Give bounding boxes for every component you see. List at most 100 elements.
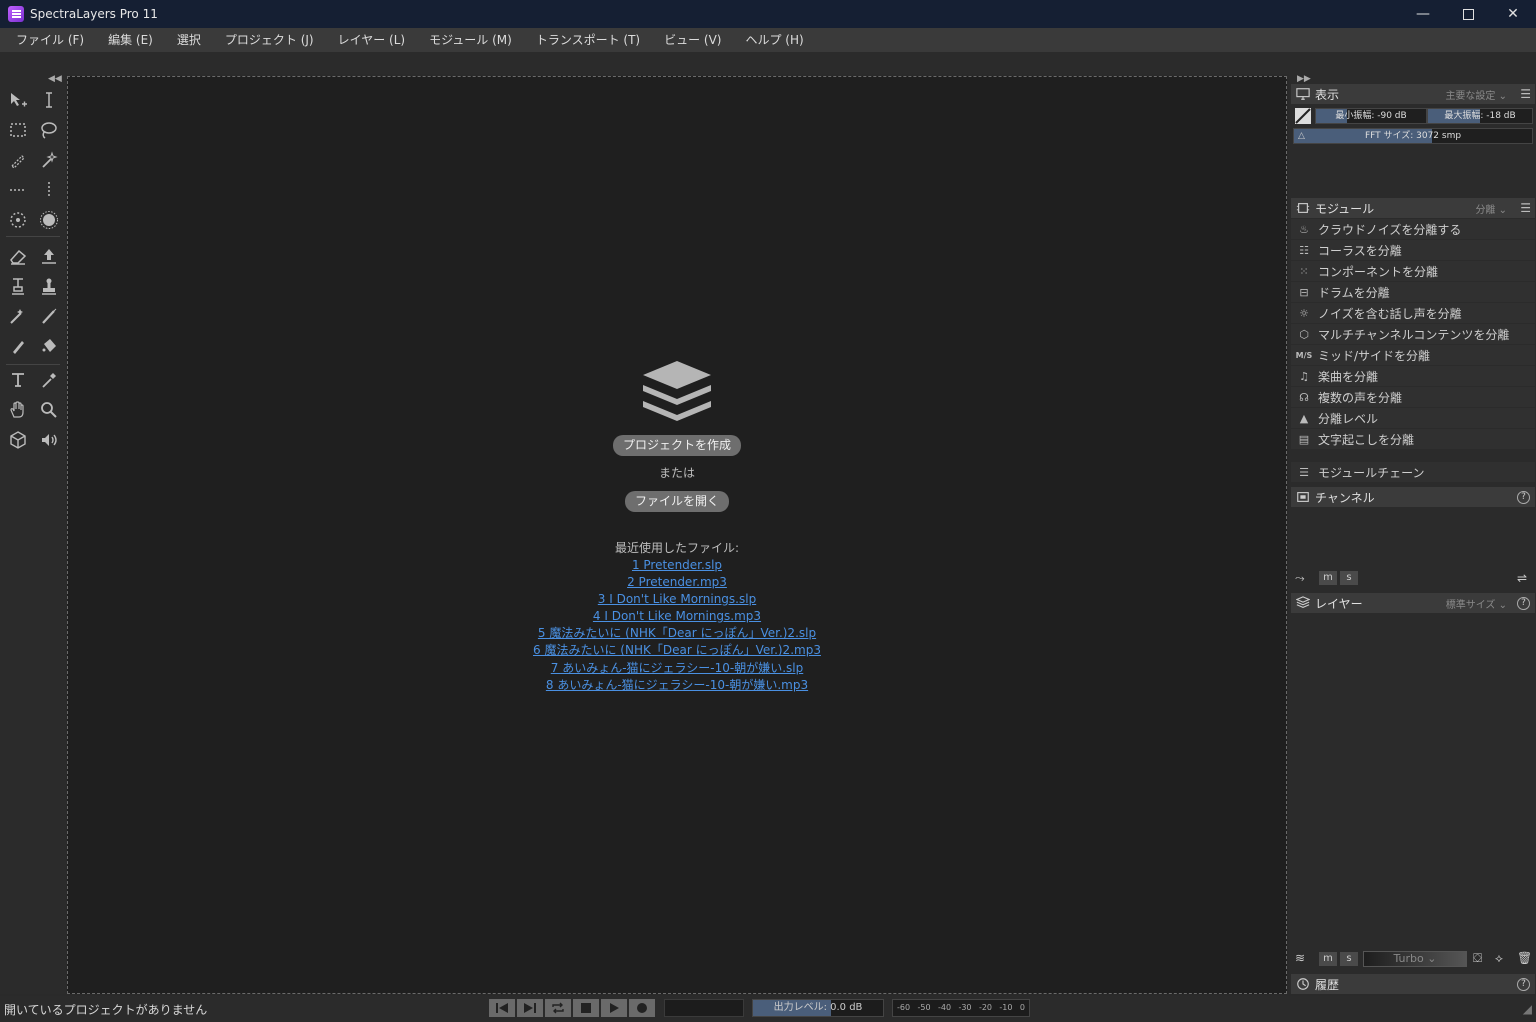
module-panel-header[interactable]: モジュール 分離 ⌄ ☰ [1291, 198, 1535, 218]
layer-stack-icon[interactable]: ≋ [1295, 951, 1305, 965]
layer-mode-value: Turbo [1393, 952, 1424, 965]
heal-icon[interactable] [6, 304, 30, 328]
recent-file-link[interactable]: 8 あいみょん-猫にジェラシー-10-朝が嫌い.mp3 [68, 677, 1286, 694]
module-transcript[interactable]: ▤ 文字起こしを分離 [1291, 429, 1535, 449]
help-icon[interactable]: ? [1517, 596, 1530, 610]
module-chain[interactable]: ☰ モジュールチェーン [1291, 462, 1535, 482]
recent-file-link[interactable]: 6 魔法みたいに (NHK「Dear にっぽん」Ver.)2.mp3 [68, 642, 1286, 659]
module-multichannel[interactable]: ⬡ マルチチャンネルコンテンツを分離 [1291, 324, 1535, 344]
move-tool-icon[interactable] [6, 88, 30, 112]
channel-mute-button[interactable]: m [1319, 571, 1337, 585]
stamp-icon[interactable] [37, 274, 61, 298]
list-menu-icon[interactable]: ☰ [1520, 87, 1531, 101]
add-layer-icon[interactable]: ⛋ [1473, 951, 1482, 966]
menu-project[interactable]: プロジェクト (J) [213, 28, 326, 52]
display-preset-dropdown[interactable]: 主要な設定 ⌄ [1445, 87, 1507, 102]
clone-stamp-icon[interactable] [6, 274, 30, 298]
3d-view-icon[interactable] [6, 428, 30, 452]
max-level-slider[interactable]: 最大振幅: -18 dB [1427, 108, 1533, 124]
channel-route-icon[interactable]: ⤳ [1295, 571, 1305, 586]
play-button[interactable] [601, 999, 627, 1017]
channel-swap-icon[interactable]: ⇌ [1517, 571, 1527, 585]
text-tool-icon[interactable] [6, 368, 30, 392]
brush-icon[interactable] [37, 304, 61, 328]
spot-select-icon[interactable] [37, 208, 61, 232]
record-button[interactable] [629, 999, 655, 1017]
menu-edit[interactable]: 編集 (E) [96, 28, 165, 52]
open-file-button[interactable]: ファイルを開く [624, 491, 729, 512]
menu-transport[interactable]: トランスポート (T) [524, 28, 652, 52]
pencil-icon[interactable] [6, 334, 30, 358]
colormap-icon[interactable] [1295, 108, 1311, 124]
time-select-icon[interactable] [37, 88, 61, 112]
rect-select-icon[interactable] [6, 118, 30, 142]
hand-icon[interactable] [6, 398, 30, 422]
radial-select-icon[interactable] [6, 208, 30, 232]
module-component[interactable]: ⁙ コンポーネントを分離 [1291, 261, 1535, 281]
layer-solo-button[interactable]: s [1340, 952, 1358, 966]
output-level-slider[interactable]: 出力レベル: 0.0 dB [752, 999, 884, 1017]
collapse-left-icon[interactable]: ◀◀ [48, 74, 62, 84]
layer-mode-select[interactable]: Turbo ⌄ [1363, 951, 1467, 967]
menu-view[interactable]: ビュー (V) [652, 28, 733, 52]
layer-size-dropdown[interactable]: 標準サイズ ⌄ [1446, 596, 1507, 611]
help-icon[interactable]: ? [1517, 490, 1530, 504]
layer-panel-header[interactable]: レイヤー 標準サイズ ⌄ ? [1291, 593, 1535, 613]
meter-tick: 0 [1019, 1003, 1025, 1012]
min-level-slider[interactable]: 最小振幅: -90 dB [1315, 108, 1427, 124]
module-voices[interactable]: ☊ 複数の声を分離 [1291, 387, 1535, 407]
eraser-icon[interactable] [6, 244, 30, 268]
recent-file-link[interactable]: 5 魔法みたいに (NHK「Dear にっぽん」Ver.)2.slp [68, 625, 1286, 642]
module-category-dropdown[interactable]: 分離 ⌄ [1475, 201, 1507, 216]
module-mid-side[interactable]: M/S ミッド/サイドを分離 [1291, 345, 1535, 365]
minimize-button[interactable]: — [1400, 0, 1446, 28]
frequency-select-icon[interactable] [37, 178, 61, 202]
speaker-icon[interactable] [37, 428, 61, 452]
create-project-button[interactable]: プロジェクトを作成 [612, 435, 741, 456]
module-crowd-noise[interactable]: ♨ クラウドノイズを分離する [1291, 219, 1535, 239]
layer-mute-button[interactable]: m [1319, 952, 1337, 966]
recent-file-link[interactable]: 7 あいみょん-猫にジェラシー-10-朝が嫌い.slp [68, 660, 1286, 677]
history-panel-header[interactable]: 履歴 ? [1291, 974, 1535, 994]
module-chorus[interactable]: ☷ コーラスを分離 [1291, 240, 1535, 260]
close-button[interactable]: ✕ [1490, 0, 1536, 28]
recent-file-link[interactable]: 4 I Don't Like Mornings.mp3 [68, 608, 1286, 625]
eyedropper-icon[interactable] [37, 368, 61, 392]
module-drums[interactable]: ⊟ ドラムを分離 [1291, 282, 1535, 302]
zoom-icon[interactable] [37, 398, 61, 422]
channel-panel-header[interactable]: チャンネル ? [1291, 487, 1535, 507]
fill-bucket-icon[interactable] [37, 334, 61, 358]
channel-solo-button[interactable]: s [1340, 571, 1358, 585]
recent-file-link[interactable]: 1 Pretender.slp [68, 557, 1286, 574]
help-icon[interactable]: ? [1517, 977, 1530, 991]
skip-forward-button[interactable] [517, 999, 543, 1017]
menu-file[interactable]: ファイル (F) [4, 28, 96, 52]
recent-file-link[interactable]: 3 I Don't Like Mornings.slp [68, 591, 1286, 608]
stop-button[interactable] [573, 999, 599, 1017]
module-level[interactable]: ▲ 分離レベル [1291, 408, 1535, 428]
fft-size-slider[interactable]: △ FFT サイズ: 3072 smp [1293, 128, 1533, 144]
collapse-right-icon[interactable]: ▶▶ [1297, 74, 1311, 84]
module-music[interactable]: ♫ 楽曲を分離 [1291, 366, 1535, 386]
module-noisy-speech[interactable]: ☼ ノイズを含む話し声を分離 [1291, 303, 1535, 323]
recent-file-link[interactable]: 2 Pretender.mp3 [68, 574, 1286, 591]
delete-layer-icon[interactable]: 🗑 [1517, 951, 1532, 965]
menu-help[interactable]: ヘルプ (H) [733, 28, 815, 52]
loop-button[interactable] [545, 999, 571, 1017]
display-panel-header[interactable]: 表示 主要な設定 ⌄ ☰ [1291, 84, 1535, 104]
menu-select[interactable]: 選択 [165, 28, 213, 52]
list-menu-icon[interactable]: ☰ [1520, 201, 1531, 215]
max-level-text: 最大振幅: -18 dB [1444, 111, 1516, 121]
brush-select-icon[interactable] [6, 148, 30, 172]
layer-fx-icon[interactable]: ⟡ [1495, 951, 1503, 966]
menu-module[interactable]: モジュール (M) [417, 28, 524, 52]
menu-layer[interactable]: レイヤー (L) [326, 28, 418, 52]
skip-back-button[interactable] [489, 999, 515, 1017]
maximize-button[interactable] [1445, 0, 1491, 28]
resize-grip-icon[interactable]: ◢ [1523, 1002, 1532, 1016]
lasso-icon[interactable] [37, 118, 61, 142]
harmonic-select-icon[interactable] [6, 178, 30, 202]
extract-up-icon[interactable] [37, 244, 61, 268]
magic-wand-icon[interactable] [37, 148, 61, 172]
transcript-icon: ▤ [1298, 432, 1310, 446]
